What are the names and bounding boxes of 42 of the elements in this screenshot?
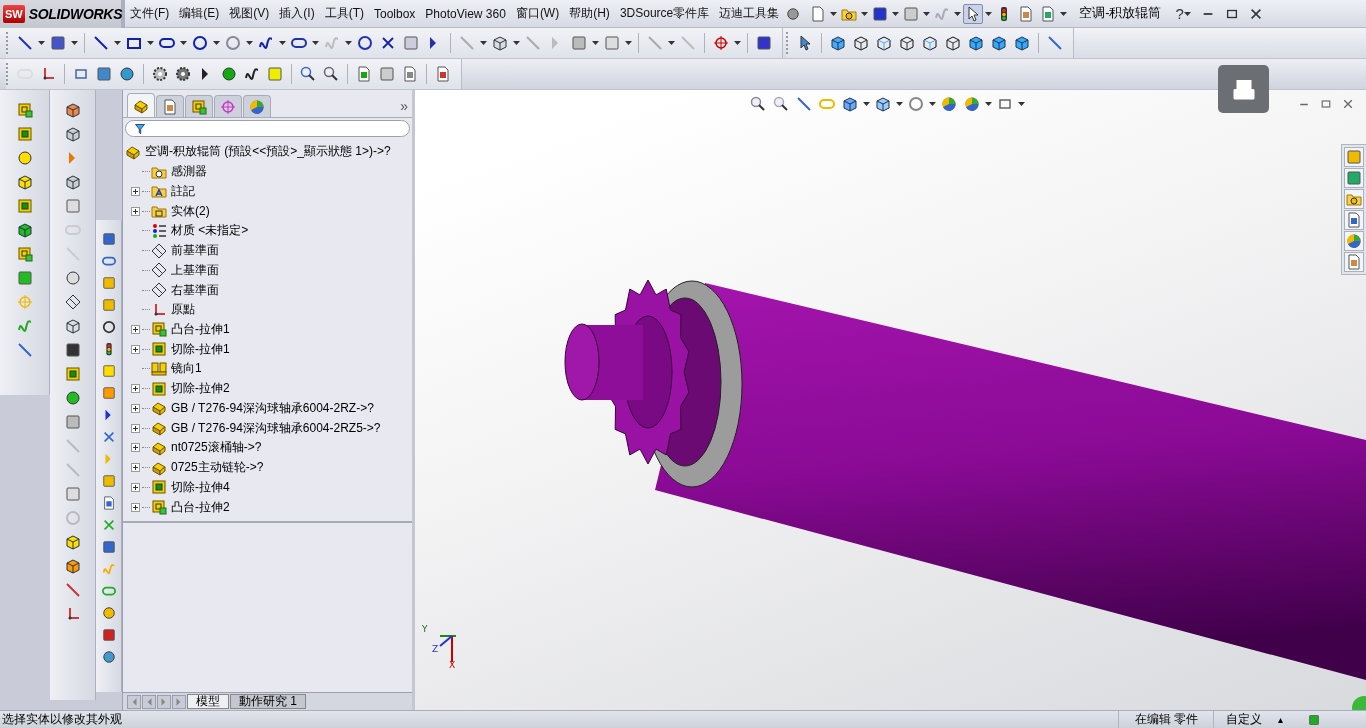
menu-item[interactable]: 帮助(H)	[564, 5, 615, 22]
menu-item[interactable]: 插入(I)	[274, 5, 320, 22]
tree-item[interactable]: 切除-拉伸1	[170, 340, 231, 358]
help-button[interactable]: ?	[1175, 5, 1184, 22]
bottom-tab[interactable]: 模型	[187, 694, 229, 709]
menu-item[interactable]: 3DSource零件库	[614, 5, 715, 22]
menu-item[interactable]: 视图(V)	[224, 5, 275, 22]
units-caret[interactable]: ▴	[1278, 714, 1306, 725]
tree-item[interactable]: 感測器	[170, 163, 208, 181]
tree-item[interactable]: 凸台-拉伸1	[170, 320, 231, 338]
expand-panel-button[interactable]: »	[400, 98, 408, 117]
logo-badge: SW	[3, 4, 25, 23]
tree-item[interactable]: GB / T276-94深沟球轴承6004-2RZ5->?	[170, 419, 382, 437]
edit-mode-status: 在编辑 零件	[1118, 711, 1213, 728]
tree-item[interactable]: 实体(2)	[170, 202, 211, 220]
tree-item[interactable]: 註記	[170, 182, 196, 200]
menu-item[interactable]: Toolbox	[369, 6, 421, 21]
tree-item[interactable]: 切除-拉伸2	[170, 380, 231, 398]
menu-item[interactable]: 文件(F)	[125, 5, 175, 22]
menu-item[interactable]: 窗口(W)	[510, 5, 565, 22]
tree-item[interactable]: 前基準面	[170, 242, 220, 260]
tree-item[interactable]: 凸台-拉伸2	[170, 498, 231, 516]
tree-item[interactable]: nt0725滚桶轴->?	[170, 439, 263, 457]
tree-root-item[interactable]: 空调-积放辊筒 (預設<<預設>_顯示狀態 1>)->?	[125, 142, 412, 162]
units-status[interactable]: 自定义	[1213, 711, 1278, 728]
axis-triad-drawing: Y X Z	[420, 620, 462, 668]
tree-item[interactable]: 镜向1	[170, 360, 203, 378]
tree-item[interactable]: 原點	[170, 301, 196, 319]
tree-item[interactable]: GB / T276-94深沟球轴承6004-2RZ->?	[170, 399, 375, 417]
menu-item[interactable]: PhotoView 360	[420, 6, 511, 21]
bottom-tab[interactable]: 動作研究 1	[230, 694, 306, 709]
tree-item[interactable]: 切除-拉伸4	[170, 478, 231, 496]
menu-item[interactable]: 编辑(E)	[174, 5, 225, 22]
menu-item[interactable]: 迈迪工具集	[714, 5, 785, 22]
tree-item[interactable]: 上基準面	[170, 261, 220, 279]
app-logo-text: SOLIDWORKS	[28, 5, 123, 22]
tree-item[interactable]: 材质 <未指定>	[170, 222, 250, 240]
tree-item[interactable]: 0725主动链轮->?	[170, 459, 265, 477]
menu-item[interactable]: 工具(T)	[319, 5, 369, 22]
document-title: 空调-积放辊筒	[1079, 5, 1162, 22]
status-message: 选择实体以修改其外观	[2, 711, 123, 728]
tree-item[interactable]: 右基準面	[170, 281, 220, 299]
